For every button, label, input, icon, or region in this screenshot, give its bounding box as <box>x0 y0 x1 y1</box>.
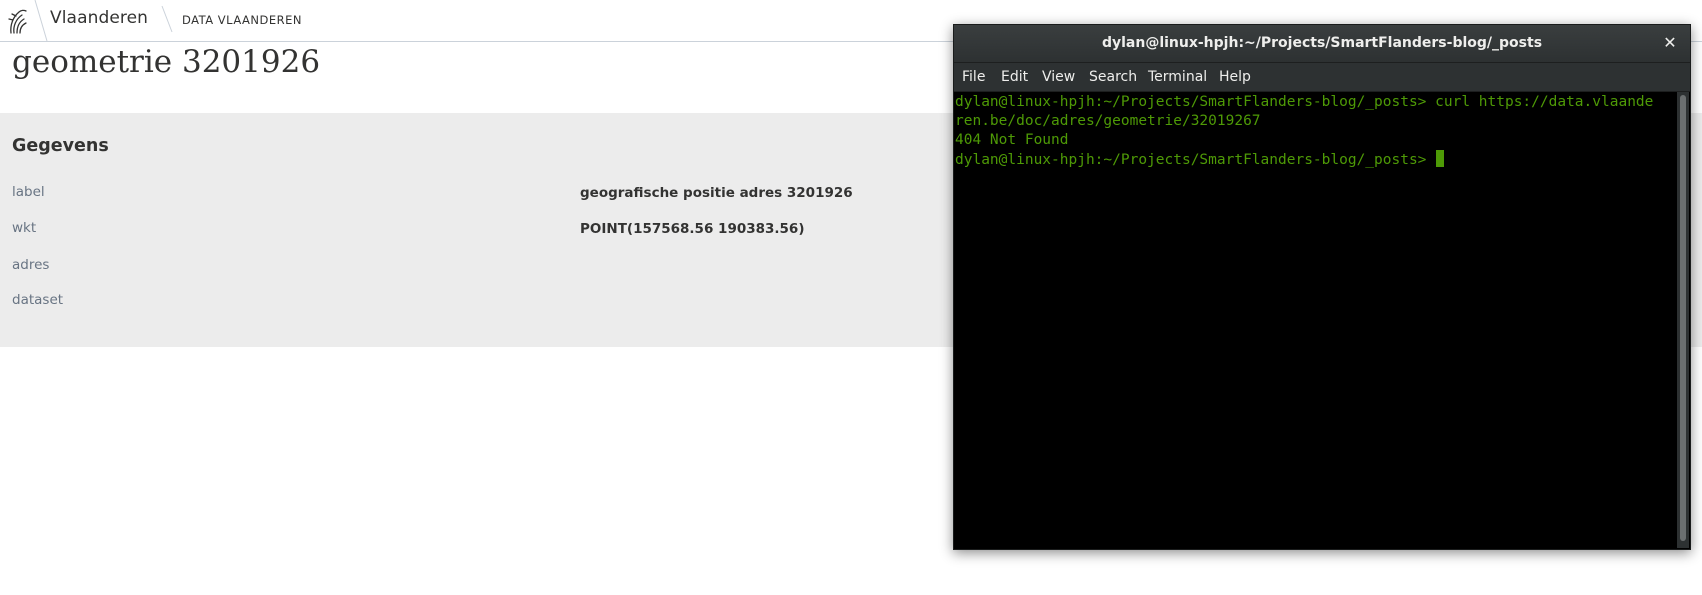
terminal-line: 404 Not Found <box>955 132 1069 148</box>
terminal-output[interactable]: dylan@linux-hpjh:~/Projects/SmartFlander… <box>955 92 1675 548</box>
field-label: wkt <box>12 220 37 236</box>
section-link[interactable]: DATA VLAANDEREN <box>182 13 302 27</box>
terminal-title: dylan@linux-hpjh:~/Projects/SmartFlander… <box>1101 35 1543 51</box>
field-label: label <box>12 184 45 200</box>
close-icon[interactable]: ✕ <box>1658 31 1682 55</box>
header-divider <box>161 5 173 33</box>
scrollbar-thumb[interactable] <box>1680 95 1686 541</box>
terminal-prompt: dylan@linux-hpjh:~/Projects/SmartFlander… <box>955 152 1436 168</box>
terminal-scrollbar[interactable] <box>1677 92 1689 548</box>
panel-heading: Gegevens <box>12 136 109 156</box>
field-value: POINT(157568.56 190383.56) <box>580 221 805 237</box>
flemish-lion-icon[interactable] <box>7 7 31 35</box>
menu-edit[interactable]: Edit <box>1001 69 1028 85</box>
terminal-menubar: File Edit View Search Terminal Help <box>954 63 1690 92</box>
menu-search[interactable]: Search <box>1089 69 1137 85</box>
terminal-line: dylan@linux-hpjh:~/Projects/SmartFlander… <box>955 94 1654 110</box>
field-label: adres <box>12 257 50 273</box>
menu-terminal[interactable]: Terminal <box>1148 69 1207 85</box>
terminal-titlebar[interactable]: dylan@linux-hpjh:~/Projects/SmartFlander… <box>954 25 1690 63</box>
menu-help[interactable]: Help <box>1219 69 1251 85</box>
terminal-window[interactable]: dylan@linux-hpjh:~/Projects/SmartFlander… <box>953 24 1691 550</box>
brand-link[interactable]: Vlaanderen <box>50 8 148 28</box>
terminal-prompt-line[interactable]: dylan@linux-hpjh:~/Projects/SmartFlander… <box>955 150 1445 169</box>
text-cursor <box>1436 150 1445 167</box>
field-value: geografische positie adres 3201926 <box>580 185 853 201</box>
field-label: dataset <box>12 292 64 308</box>
menu-view[interactable]: View <box>1042 69 1075 85</box>
page-title: geometrie 3201926 <box>12 44 321 80</box>
terminal-line: ren.be/doc/adres/geometrie/32019267 <box>955 113 1261 129</box>
header-divider <box>34 0 48 41</box>
menu-file[interactable]: File <box>962 69 985 85</box>
